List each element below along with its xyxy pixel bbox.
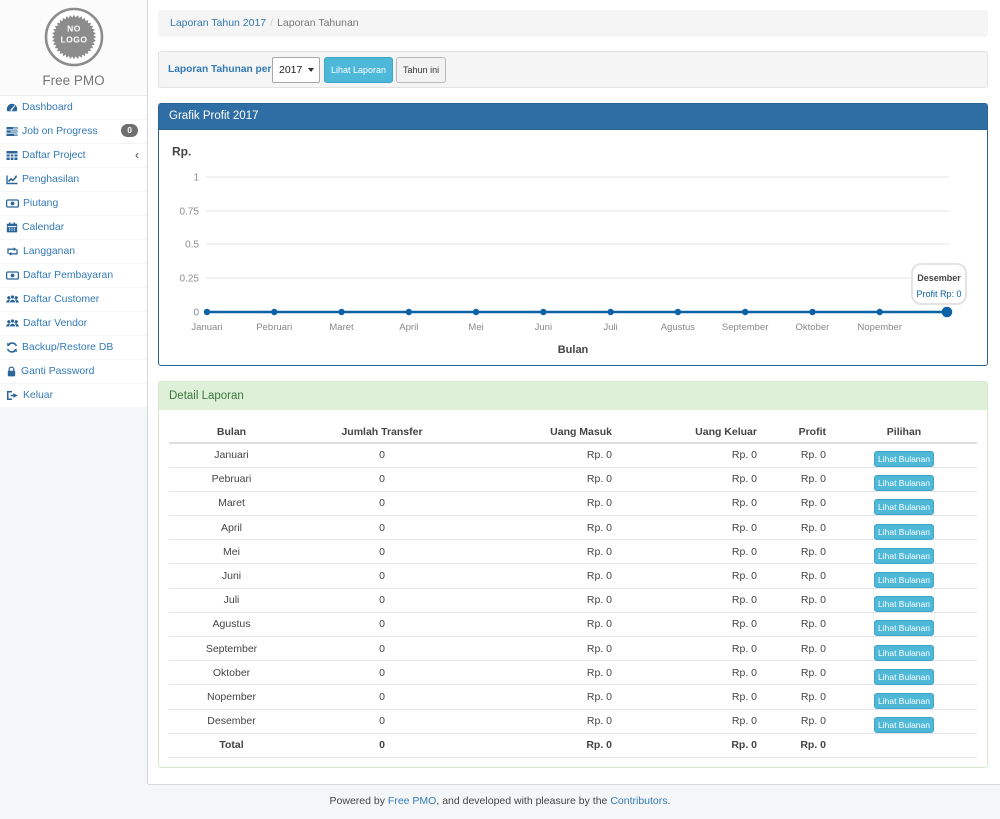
svg-text:Juni: Juni: [535, 322, 552, 333]
svg-text:Pebruari: Pebruari: [256, 322, 292, 333]
svg-text:LOGO: LOGO: [60, 35, 87, 45]
svg-text:1: 1: [193, 173, 199, 184]
svg-text:April: April: [399, 322, 418, 333]
svg-text:Bulan: Bulan: [558, 344, 589, 356]
svg-text:0.75: 0.75: [180, 207, 200, 218]
svg-text:0: 0: [193, 308, 199, 319]
svg-text:0.25: 0.25: [180, 274, 200, 285]
svg-text:Juli: Juli: [603, 322, 617, 333]
svg-text:Desember: Desember: [917, 273, 961, 283]
svg-text:NO: NO: [67, 24, 81, 34]
svg-text:0.5: 0.5: [185, 240, 199, 251]
svg-text:Oktober: Oktober: [796, 322, 830, 333]
svg-text:Agustus: Agustus: [661, 322, 696, 333]
svg-text:Profit Rp: 0: Profit Rp: 0: [916, 289, 961, 299]
svg-text:September: September: [722, 322, 768, 333]
svg-text:Rp.: Rp.: [172, 145, 191, 159]
svg-text:Maret: Maret: [329, 322, 354, 333]
svg-text:Mei: Mei: [468, 322, 483, 333]
svg-text:Januari: Januari: [191, 322, 222, 333]
svg-text:Nopember: Nopember: [858, 322, 902, 333]
